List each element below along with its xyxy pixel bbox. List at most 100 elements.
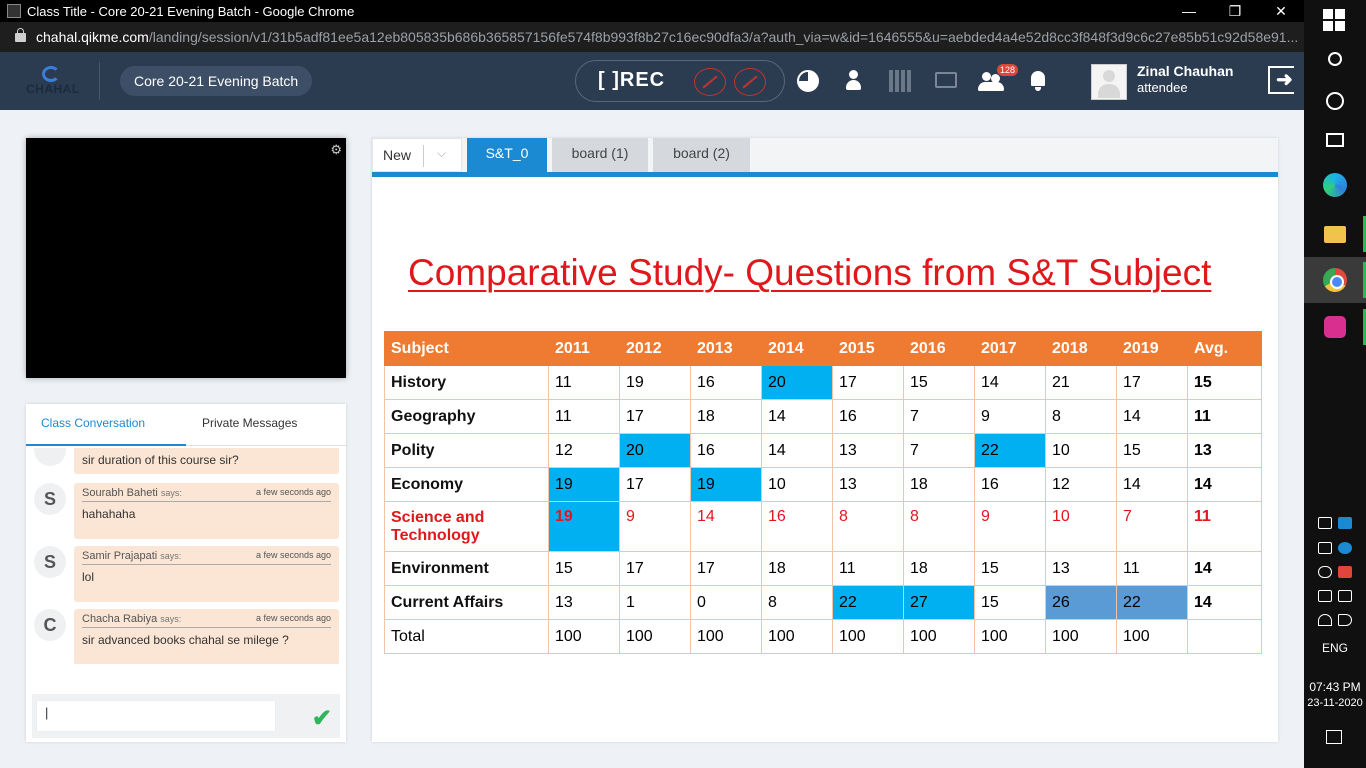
column-header: 2013 xyxy=(690,331,762,366)
tab-class-conversation[interactable]: Class Conversation xyxy=(41,416,145,430)
poll-icon[interactable] xyxy=(797,70,819,92)
wifi-icon[interactable] xyxy=(1318,614,1332,626)
raise-hand-icon[interactable] xyxy=(843,70,865,92)
close-icon[interactable]: ✕ xyxy=(1258,0,1304,22)
new-label: New xyxy=(383,147,412,163)
table-cell: 100 xyxy=(832,619,904,654)
gear-icon[interactable]: ⚙ xyxy=(330,142,342,158)
table-cell: 14 xyxy=(761,399,833,434)
table-cell: 1 xyxy=(619,585,691,620)
table-cell: 22 xyxy=(1116,585,1188,620)
table-cell: 100 xyxy=(619,619,691,654)
subject-cell: Science and Technology xyxy=(384,501,549,552)
tab-private-messages[interactable]: Private Messages xyxy=(202,416,297,430)
notification-center-icon[interactable] xyxy=(1326,730,1342,744)
search-icon[interactable] xyxy=(1328,52,1342,66)
table-cell: 0 xyxy=(690,585,762,620)
table-cell: 16 xyxy=(761,501,833,552)
table-cell: 17 xyxy=(619,467,691,502)
tray-meet-icon[interactable] xyxy=(1318,517,1332,529)
column-header: 2015 xyxy=(832,331,904,366)
table-cell: 15 xyxy=(1116,433,1188,468)
comparison-table: Subject 2011 2012 2013 2014 2015 2016 20… xyxy=(384,331,1262,654)
says-label: says: xyxy=(160,551,182,561)
avatar: S xyxy=(34,483,66,515)
camera-off-icon[interactable] xyxy=(734,68,766,96)
tray-display-icon[interactable] xyxy=(1318,542,1332,554)
table-row: History 11 19 16 20 17 15 14 21 17 15 xyxy=(384,365,1262,400)
chevron-down-icon[interactable]: ⌵ xyxy=(437,146,446,161)
tray-app-icon[interactable] xyxy=(1338,517,1352,529)
task-view-icon[interactable] xyxy=(1326,133,1344,147)
onedrive-icon[interactable] xyxy=(1318,566,1332,578)
restore-icon[interactable]: ❐ xyxy=(1212,0,1258,22)
table-cell: 10 xyxy=(761,467,833,502)
lock-icon xyxy=(15,27,26,42)
tray-teams-icon[interactable] xyxy=(1338,542,1352,554)
avg-cell: 11 xyxy=(1187,501,1262,552)
column-header: 2011 xyxy=(548,331,620,366)
address-bar[interactable]: chahal.qikme.com /landing/session/v1/31b… xyxy=(0,22,1304,52)
video-player[interactable]: ⚙ xyxy=(26,138,346,378)
notification-bell-icon[interactable] xyxy=(1027,70,1049,92)
tab-board-2[interactable]: board (2) xyxy=(653,138,750,172)
chat-composer: | ✔ xyxy=(32,694,340,738)
message-text: lol xyxy=(82,570,95,584)
logout-icon[interactable] xyxy=(1268,66,1294,94)
table-cell: 20 xyxy=(619,433,691,468)
table-cell: 19 xyxy=(619,365,691,400)
url-path: /landing/session/v1/31b5adf81ee5a12eb805… xyxy=(148,29,1299,45)
message-list[interactable]: sir duration of this course sir? S Soura… xyxy=(26,448,346,664)
table-cell: 8 xyxy=(761,585,833,620)
layout-icon[interactable] xyxy=(889,70,911,92)
clock-time[interactable]: 07:43 PM xyxy=(1304,680,1366,694)
avatar xyxy=(34,448,66,466)
file-explorer-icon[interactable] xyxy=(1324,226,1346,243)
edge-icon[interactable] xyxy=(1323,173,1347,197)
column-header: Avg. xyxy=(1187,331,1262,366)
table-cell: 27 xyxy=(903,585,975,620)
table-row-total: Total 100 100 100 100 100 100 100 100 10… xyxy=(384,619,1262,654)
minimize-icon[interactable]: — xyxy=(1166,0,1212,22)
whiteboard-panel: New ⌵ S&T_0 board (1) board (2) Comparat… xyxy=(372,138,1278,742)
screen-share-icon[interactable] xyxy=(935,72,957,88)
user-name: Zinal Chauhan xyxy=(1137,63,1234,79)
table-cell: 17 xyxy=(832,365,904,400)
table-cell: 18 xyxy=(761,551,833,586)
volume-icon[interactable] xyxy=(1338,614,1352,626)
table-row: Current Affairs 13 1 0 8 22 27 15 26 22 … xyxy=(384,585,1262,620)
battery-icon[interactable] xyxy=(1338,590,1352,602)
cortana-icon[interactable] xyxy=(1326,92,1344,110)
avg-cell: 14 xyxy=(1187,551,1262,586)
table-row: Polity 12 20 16 14 13 7 22 10 15 13 xyxy=(384,433,1262,468)
chat-input[interactable]: | xyxy=(36,700,276,732)
user-avatar[interactable] xyxy=(1091,64,1127,100)
new-board-button[interactable]: New ⌵ xyxy=(372,138,462,172)
send-check-icon[interactable]: ✔ xyxy=(312,704,332,733)
board-tab-bar: New ⌵ S&T_0 board (1) board (2) xyxy=(372,138,1278,177)
chahal-logo[interactable]: CHAHAL xyxy=(26,66,79,98)
language-indicator[interactable]: ENG xyxy=(1304,641,1366,655)
app-icon[interactable] xyxy=(1324,316,1346,338)
tab-s-t-0[interactable]: S&T_0 xyxy=(467,138,547,172)
tab-board-1[interactable]: board (1) xyxy=(552,138,648,172)
logo-mark-icon xyxy=(42,66,60,82)
avg-cell: 14 xyxy=(1187,467,1262,502)
active-tab-indicator xyxy=(26,444,186,446)
table-cell: 10 xyxy=(1045,433,1117,468)
tab-underline xyxy=(372,172,1278,177)
security-icon[interactable] xyxy=(1318,590,1332,602)
chrome-icon[interactable] xyxy=(1323,268,1347,292)
mic-muted-icon[interactable] xyxy=(694,68,726,96)
table-cell: 12 xyxy=(548,433,620,468)
message-header: Chacha Rabiya says: a few seconds ago xyxy=(82,613,331,628)
tray-red-icon[interactable] xyxy=(1338,566,1352,578)
table-cell: 17 xyxy=(619,399,691,434)
message-header: Sourabh Baheti says: a few seconds ago xyxy=(82,487,331,502)
windows-start-icon[interactable] xyxy=(1323,9,1345,31)
table-cell: 14 xyxy=(761,433,833,468)
rec-button[interactable]: [ ]REC xyxy=(598,69,665,92)
clock-date[interactable]: 23-11-2020 xyxy=(1304,697,1366,709)
subject-cell: Polity xyxy=(384,433,549,468)
sender-name: Chacha Rabiya xyxy=(82,613,158,625)
